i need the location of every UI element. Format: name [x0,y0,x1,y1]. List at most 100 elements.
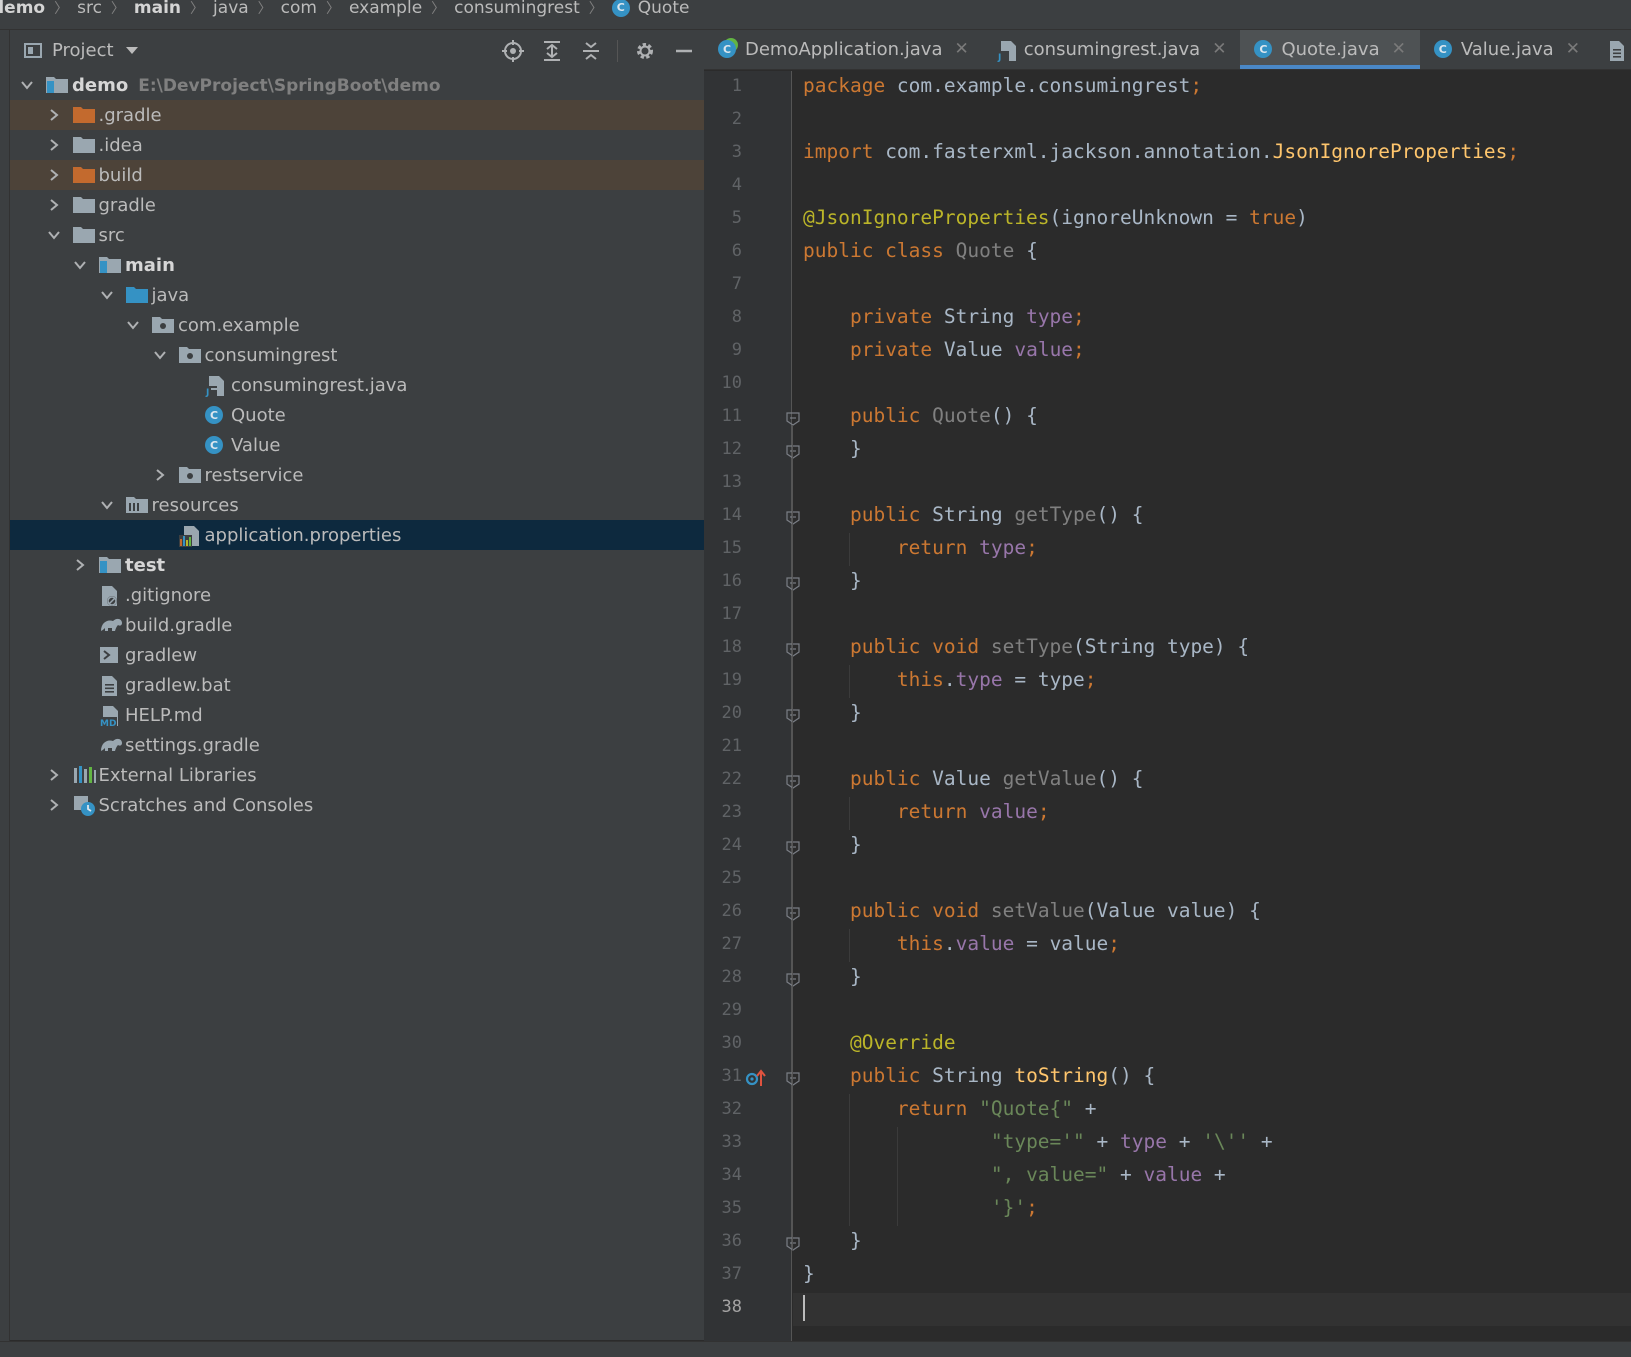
tree-item[interactable]: gradle [10,190,704,220]
chevron-down-icon[interactable] [73,258,87,272]
editor-tab[interactable]: Jconsumingrest.java ✕ [983,30,1241,69]
tree-item[interactable]: test [10,550,704,580]
code-line[interactable]: } [803,569,862,592]
chevron-right-icon[interactable] [47,768,61,782]
tree-item[interactable]: MD HELP.md [10,700,704,730]
tree-item[interactable]: .gradle [10,100,704,130]
code-line[interactable]: this.value = value; [803,932,1120,955]
chevron-right-icon[interactable] [47,138,61,152]
tree-item[interactable]: com.example [10,310,704,340]
breadcrumb-item[interactable]: C Quote [611,0,689,18]
fold-marker-icon[interactable] [786,840,800,855]
chevron-right-icon[interactable] [47,798,61,812]
fold-marker-icon[interactable] [786,1236,800,1251]
tree-item[interactable]: resources [10,490,704,520]
chevron-down-icon[interactable] [100,498,114,512]
tree-item[interactable]: External Libraries [10,760,704,790]
code-line[interactable]: } [803,965,862,988]
fold-marker-icon[interactable] [786,444,800,459]
locate-icon[interactable] [500,38,525,63]
expand-all-icon[interactable] [539,38,564,63]
breadcrumb-item[interactable]: demo [0,0,45,18]
tree-item[interactable]: consumingrest [10,340,704,370]
fold-marker-icon[interactable] [786,906,800,921]
code-line[interactable]: '}'; [803,1196,1038,1219]
fold-marker-icon[interactable] [786,576,800,591]
tree-item[interactable]: .idea [10,130,704,160]
close-icon[interactable]: ✕ [1566,39,1580,59]
code-line[interactable]: return value; [803,800,1050,823]
code-line[interactable]: } [803,1229,862,1252]
code-line[interactable]: @JsonIgnoreProperties(ignoreUnknown = tr… [803,206,1308,229]
code-line[interactable]: return type; [803,536,1038,559]
tree-item[interactable]: gradlew.bat [10,670,704,700]
fold-marker-icon[interactable] [786,642,800,657]
breadcrumb-item[interactable]: consumingrest [454,0,580,18]
fold-marker-icon[interactable] [786,1071,800,1086]
collapse-all-icon[interactable] [578,38,603,63]
chevron-down-icon[interactable] [47,228,61,242]
chevron-down-icon[interactable] [126,318,140,332]
fold-marker-icon[interactable] [786,510,800,525]
code-line[interactable]: public String getType() { [803,503,1144,526]
chevron-right-icon[interactable] [47,108,61,122]
editor-tab[interactable]: C DemoApplication.java ✕ [704,30,983,69]
code-line[interactable]: public Value getValue() { [803,767,1144,790]
tree-item[interactable]: src [10,220,704,250]
tree-item[interactable]: Scratches and Consoles [10,790,704,820]
tree-item[interactable]: application.properties [10,520,704,550]
minimize-icon[interactable] [671,38,696,63]
code-line[interactable]: public void setType(String type) { [803,635,1249,658]
tree-item[interactable]: java [10,280,704,310]
code-line[interactable]: private String type; [803,305,1085,328]
code-line[interactable]: public class Quote { [803,239,1038,262]
code-line[interactable]: private Value value; [803,338,1085,361]
code-line[interactable]: package com.example.consumingrest; [803,74,1202,97]
fold-marker-icon[interactable] [786,411,800,426]
fold-marker-icon[interactable] [786,774,800,789]
fold-marker-icon[interactable] [786,708,800,723]
project-panel-title[interactable]: Project [52,40,114,61]
tree-item[interactable]: gradlew [10,640,704,670]
tree-item[interactable]: restservice [10,460,704,490]
code-line[interactable]: @Override [803,1031,956,1054]
chevron-down-icon[interactable] [125,46,138,54]
editor-tab[interactable]: gradlew.bat [1594,30,1631,69]
tree-item[interactable]: .gitignore [10,580,704,610]
breadcrumb-item[interactable]: example [349,0,422,18]
tree-item[interactable]: settings.gradle [10,730,704,760]
override-marker-icon[interactable] [745,1068,767,1092]
breadcrumb-item[interactable]: com [281,0,317,18]
code-line[interactable]: "type='" + type + '\'' + [803,1130,1273,1153]
code-line[interactable]: } [803,833,862,856]
code-line[interactable]: import com.fasterxml.jackson.annotation.… [803,140,1519,163]
chevron-right-icon[interactable] [47,168,61,182]
code-line[interactable]: return "Quote{" + [803,1097,1097,1120]
tree-item[interactable]: build [10,160,704,190]
code-line[interactable]: public void setValue(Value value) { [803,899,1261,922]
chevron-right-icon[interactable] [73,558,87,572]
editor-tab[interactable]: C Quote.java ✕ [1240,30,1421,69]
chevron-down-icon[interactable] [20,78,34,92]
code-line[interactable]: } [803,1262,815,1285]
chevron-right-icon[interactable] [47,198,61,212]
code-line[interactable]: public String toString() { [803,1064,1155,1087]
close-icon[interactable]: ✕ [1212,39,1226,59]
tree-item[interactable]: main [10,250,704,280]
code-line[interactable] [803,1295,805,1321]
breadcrumb-item[interactable]: src [77,0,102,18]
close-icon[interactable]: ✕ [1392,39,1406,59]
breadcrumb-item[interactable]: main [134,0,181,18]
breadcrumb-item[interactable]: java [213,0,249,18]
code-line[interactable]: } [803,437,862,460]
code-line[interactable]: this.type = type; [803,668,1097,691]
code-line[interactable]: ", value=" + value + [803,1163,1226,1186]
tree-item[interactable]: C Quote [10,400,704,430]
close-icon[interactable]: ✕ [955,39,969,59]
tree-item[interactable]: demo E:\DevProject\SpringBoot\demo [10,70,704,100]
code-line[interactable]: } [803,701,862,724]
chevron-down-icon[interactable] [100,288,114,302]
editor-tab[interactable]: C Value.java ✕ [1420,30,1594,69]
fold-marker-icon[interactable] [786,972,800,987]
gear-icon[interactable] [632,38,657,63]
